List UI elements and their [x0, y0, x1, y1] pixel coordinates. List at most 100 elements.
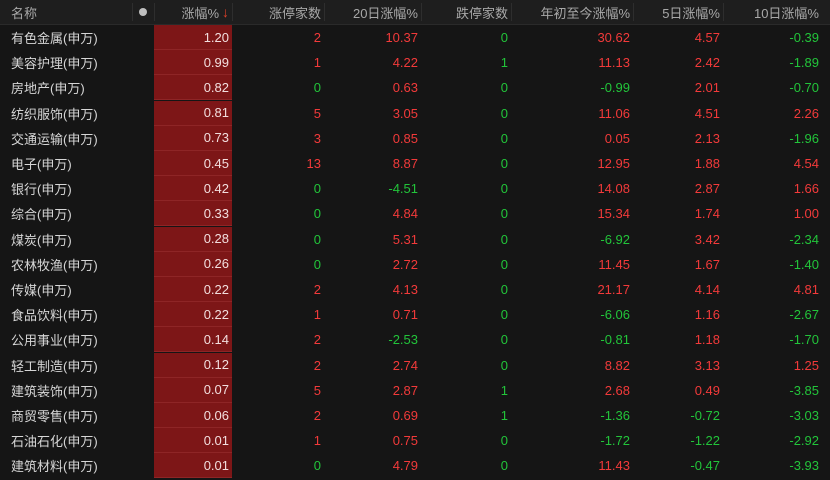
- table-row[interactable]: 有色金属(申万) 1.20 2 10.37 0 30.62 4.57 -0.39: [0, 25, 830, 50]
- row-limit-down: 0: [500, 256, 508, 272]
- row-limit-up: 2: [313, 30, 321, 45]
- row-change-pct: 1.20: [154, 25, 232, 50]
- row-limit-down: 0: [500, 206, 508, 222]
- column-divider[interactable]: [633, 3, 634, 21]
- dot-icon[interactable]: [139, 8, 147, 16]
- row-change-pct: 0.73: [154, 125, 232, 151]
- header-limit-up[interactable]: 涨停家数: [232, 0, 324, 24]
- row-change-pct: 0.81: [154, 100, 232, 126]
- row-change-pct: 0.06: [154, 403, 232, 428]
- header-5d-change[interactable]: 5日涨幅%: [633, 0, 723, 24]
- row-limit-up: 2: [313, 332, 321, 348]
- table-row[interactable]: 公用事业(申万) 0.14 2 -2.53 0 -0.81 1.18 -1.70: [0, 327, 830, 353]
- header-name[interactable]: 名称: [0, 0, 132, 24]
- industry-quote-table: 名称 涨幅% ↓ 涨停家数 20日涨幅% 跌停家数 年初至今涨幅% 5日涨幅% 1…: [0, 0, 830, 480]
- table-row[interactable]: 煤炭(申万) 0.28 0 5.31 0 -6.92 3.42 -2.34: [0, 226, 830, 252]
- row-name: 食品饮料(申万): [11, 308, 98, 324]
- row-10d-change: -1.96: [789, 130, 819, 146]
- row-5d-change: -0.47: [690, 458, 720, 474]
- row-20d-change: 2.74: [392, 357, 418, 373]
- table-row[interactable]: 商贸零售(申万) 0.06 2 0.69 1 -1.36 -0.72 -3.03: [0, 403, 830, 428]
- table-row[interactable]: 银行(申万) 0.42 0 -4.51 0 14.08 2.87 1.66: [0, 176, 830, 202]
- row-limit-up: 3: [313, 130, 321, 146]
- table-row[interactable]: 综合(申万) 0.33 0 4.84 0 15.34 1.74 1.00: [0, 201, 830, 227]
- row-5d-change: 1.67: [694, 256, 720, 272]
- row-10d-change: -0.39: [789, 30, 819, 45]
- row-change-pct: 0.28: [154, 226, 232, 252]
- row-ytd-change: 30.62: [597, 30, 630, 45]
- row-name: 煤炭(申万): [11, 232, 72, 248]
- row-name: 综合(申万): [11, 207, 72, 223]
- table-row[interactable]: 传媒(申万) 0.22 2 4.13 0 21.17 4.14 4.81: [0, 277, 830, 302]
- row-10d-change: -1.89: [789, 55, 819, 71]
- table-header: 名称 涨幅% ↓ 涨停家数 20日涨幅% 跌停家数 年初至今涨幅% 5日涨幅% 1…: [0, 0, 830, 25]
- table-row[interactable]: 轻工制造(申万) 0.12 2 2.74 0 8.82 3.13 1.25: [0, 352, 830, 378]
- header-20d-change[interactable]: 20日涨幅%: [324, 0, 421, 24]
- header-change-label: 涨幅%: [181, 5, 219, 21]
- header-ytd-change[interactable]: 年初至今涨幅%: [511, 0, 633, 24]
- row-limit-up: 5: [313, 382, 321, 398]
- column-toggle[interactable]: [132, 0, 154, 24]
- row-limit-down: 0: [500, 433, 508, 449]
- row-10d-change: -1.40: [789, 256, 819, 272]
- column-divider[interactable]: [154, 3, 155, 21]
- table-row[interactable]: 房地产(申万) 0.82 0 0.63 0 -0.99 2.01 -0.70: [0, 75, 830, 101]
- row-limit-up: 2: [313, 282, 321, 297]
- row-ytd-change: 14.08: [597, 181, 630, 197]
- row-limit-up: 0: [313, 80, 321, 96]
- row-limit-down: 0: [500, 357, 508, 373]
- row-20d-change: 4.79: [392, 458, 418, 474]
- sort-desc-icon[interactable]: ↓: [222, 4, 229, 20]
- row-ytd-change: -6.92: [600, 231, 630, 247]
- column-divider[interactable]: [511, 3, 512, 21]
- column-divider[interactable]: [723, 3, 724, 21]
- row-change-pct: 0.99: [154, 50, 232, 76]
- row-ytd-change: -1.36: [600, 408, 630, 423]
- table-row[interactable]: 美容护理(申万) 0.99 1 4.22 1 11.13 2.42 -1.89: [0, 50, 830, 76]
- table-row[interactable]: 交通运输(申万) 0.73 3 0.85 0 0.05 2.13 -1.96: [0, 125, 830, 151]
- row-change-pct: 0.14: [154, 327, 232, 353]
- row-limit-up: 0: [313, 458, 321, 474]
- row-limit-up: 0: [313, 231, 321, 247]
- row-name: 美容护理(申万): [11, 56, 98, 72]
- row-limit-up: 1: [313, 433, 321, 449]
- table-row[interactable]: 食品饮料(申万) 0.22 1 0.71 0 -6.06 1.16 -2.67: [0, 302, 830, 328]
- column-divider[interactable]: [324, 3, 325, 21]
- row-10d-change: -3.03: [789, 408, 819, 423]
- row-limit-down: 0: [500, 231, 508, 247]
- row-ytd-change: 8.82: [604, 357, 630, 373]
- row-ytd-change: 11.13: [598, 55, 630, 71]
- row-10d-change: 1.66: [793, 181, 819, 197]
- table-row[interactable]: 电子(申万) 0.45 13 8.87 0 12.95 1.88 4.54: [0, 151, 830, 176]
- header-change-pct[interactable]: 涨幅% ↓: [154, 0, 232, 24]
- row-name: 银行(申万): [11, 182, 72, 198]
- row-limit-down: 0: [500, 458, 508, 474]
- row-limit-down: 0: [500, 307, 508, 323]
- table-row[interactable]: 石油石化(申万) 0.01 1 0.75 0 -1.72 -1.22 -2.92: [0, 428, 830, 454]
- table-row[interactable]: 建筑材料(申万) 0.01 0 4.79 0 11.43 -0.47 -3.93: [0, 453, 830, 479]
- row-ytd-change: 0.05: [604, 130, 630, 146]
- column-divider[interactable]: [232, 3, 233, 21]
- row-10d-change: -3.85: [789, 382, 819, 398]
- row-change-pct: 0.07: [154, 377, 232, 403]
- row-limit-up: 2: [313, 408, 321, 423]
- row-10d-change: -2.67: [789, 307, 819, 323]
- row-limit-down: 1: [500, 408, 508, 423]
- row-5d-change: 2.01: [694, 80, 720, 96]
- table-row[interactable]: 纺织服饰(申万) 0.81 5 3.05 0 11.06 4.51 2.26: [0, 100, 830, 126]
- row-5d-change: 1.18: [694, 332, 720, 348]
- header-10d-change[interactable]: 10日涨幅%: [723, 0, 822, 24]
- row-limit-down: 0: [500, 181, 508, 197]
- row-5d-change: 4.14: [694, 282, 720, 297]
- table-row[interactable]: 农林牧渔(申万) 0.26 0 2.72 0 11.45 1.67 -1.40: [0, 251, 830, 277]
- row-5d-change: 4.57: [694, 30, 720, 45]
- column-divider[interactable]: [421, 3, 422, 21]
- row-limit-up: 0: [313, 181, 321, 197]
- row-change-pct: 0.33: [154, 201, 232, 227]
- row-10d-change: 1.25: [793, 357, 819, 373]
- row-20d-change: 4.22: [392, 55, 418, 71]
- row-change-pct: 0.22: [154, 302, 232, 328]
- header-limit-down[interactable]: 跌停家数: [421, 0, 511, 24]
- column-divider[interactable]: [132, 3, 133, 21]
- table-row[interactable]: 建筑装饰(申万) 0.07 5 2.87 1 2.68 0.49 -3.85: [0, 377, 830, 403]
